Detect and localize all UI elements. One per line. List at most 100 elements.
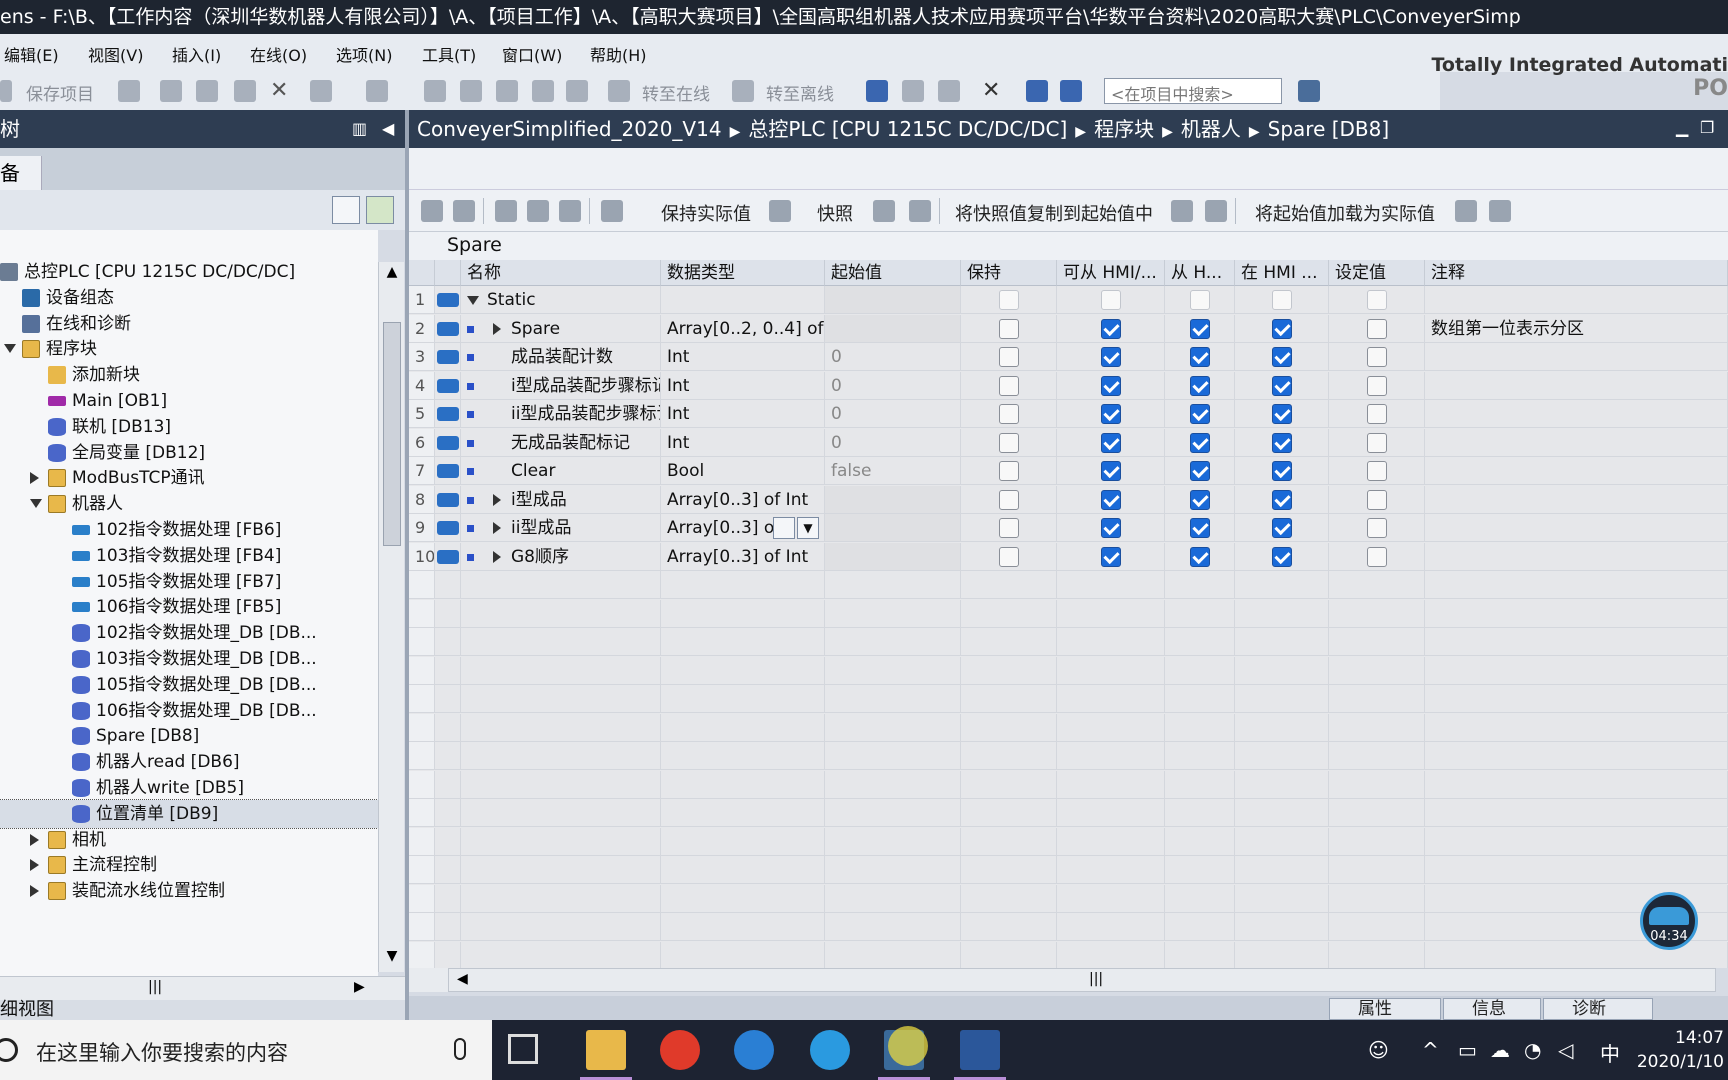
table-cell[interactable]: Spare xyxy=(461,314,661,343)
start-value-cell[interactable] xyxy=(825,542,961,571)
stop-cpu-icon[interactable] xyxy=(938,80,960,102)
in-hmi-checkbox[interactable] xyxy=(1272,461,1292,481)
tree-item[interactable]: 全局变量 [DB12] xyxy=(0,439,378,467)
from-hmi-checkbox[interactable] xyxy=(1190,518,1210,538)
add-row-icon[interactable] xyxy=(453,200,475,222)
table-cell[interactable]: Clear xyxy=(461,457,661,485)
setpoint-checkbox[interactable] xyxy=(1367,290,1387,310)
table-cell[interactable]: 无成品装配标记 xyxy=(461,428,661,457)
keep-actual-values-button[interactable]: 保持实际值 xyxy=(661,200,751,226)
go-online-button[interactable]: 转至在线 xyxy=(642,80,710,105)
load-start-as-actual-button[interactable]: 将起始值加载为实际值 xyxy=(1255,200,1435,226)
menu-options[interactable]: 选项(N) xyxy=(336,42,392,66)
expand-all-icon[interactable] xyxy=(495,200,517,222)
comment-cell[interactable] xyxy=(1425,400,1728,428)
save-icon[interactable] xyxy=(0,80,12,102)
setpoint-checkbox[interactable] xyxy=(1367,489,1387,510)
tree-scrollbar[interactable]: ▲ ▼ xyxy=(378,262,404,972)
minimize-icon[interactable]: ▁ xyxy=(1676,118,1688,137)
column-header[interactable]: 保持 xyxy=(961,260,1057,286)
comment-cell[interactable] xyxy=(1425,457,1728,485)
download-icon[interactable] xyxy=(460,80,482,102)
menu-online[interactable]: 在线(O) xyxy=(250,42,307,66)
table-row[interactable]: 2 Spare Array[0..2, 0..4] of I... 数组第一位表示分区 xyxy=(409,314,1728,343)
copy-icon[interactable] xyxy=(196,80,218,102)
retain-checkbox[interactable] xyxy=(999,404,1019,424)
start-value-cell[interactable]: 0 xyxy=(825,428,961,457)
column-header[interactable]: 注释 xyxy=(1425,260,1728,286)
scroll-up-icon[interactable]: ▲ xyxy=(382,264,402,284)
table-row[interactable]: 6 无成品装配标记 Int 0 xyxy=(409,428,1728,457)
tree-item[interactable]: Main [OB1] xyxy=(0,387,378,415)
from-hmi-checkbox[interactable] xyxy=(1190,461,1210,481)
tab-devices[interactable]: 备 xyxy=(0,156,42,190)
start-value-cell[interactable]: 0 xyxy=(825,371,961,400)
hmi-access-checkbox[interactable] xyxy=(1101,461,1121,481)
setpoint-checkbox[interactable] xyxy=(1367,518,1387,538)
setpoint-checkbox[interactable] xyxy=(1367,375,1387,396)
tree-item[interactable]: 106指令数据处理_DB [DB... xyxy=(0,697,378,725)
table-cell[interactable]: ii型成品 xyxy=(461,514,661,542)
in-hmi-checkbox[interactable] xyxy=(1272,432,1292,453)
scroll-down-icon[interactable]: ▼ xyxy=(382,948,402,968)
search-icon[interactable] xyxy=(1298,80,1320,102)
comment-cell[interactable] xyxy=(1425,514,1728,542)
collapsed-arrow-icon[interactable] xyxy=(493,522,501,534)
collapsed-arrow-icon[interactable] xyxy=(30,472,39,485)
breadcrumb-program-blocks[interactable]: 程序块 xyxy=(1094,117,1154,141)
data-type-cell[interactable]: Array[0..3] of Int xyxy=(661,485,825,514)
internet-explorer-icon[interactable] xyxy=(810,1030,850,1070)
monitor-icon[interactable] xyxy=(601,200,623,222)
collapsed-arrow-icon[interactable] xyxy=(30,885,39,898)
project-search-input[interactable]: <在项目中搜索> xyxy=(1104,78,1282,104)
snapshot-load-icon[interactable] xyxy=(909,200,931,222)
from-hmi-checkbox[interactable] xyxy=(1190,290,1210,310)
retain-checkbox[interactable] xyxy=(999,375,1019,396)
word-icon[interactable] xyxy=(954,1030,1006,1080)
go-offline-button[interactable]: 转至离线 xyxy=(766,80,834,105)
chevron-left-icon[interactable]: ◀ xyxy=(382,110,394,148)
taskbar-search-input[interactable]: 在这里输入你要搜索的内容 xyxy=(36,1037,288,1067)
hmi-access-checkbox[interactable] xyxy=(1101,318,1121,339)
collapsed-arrow-icon[interactable] xyxy=(30,833,39,846)
tree-item[interactable]: Spare [DB8] xyxy=(0,722,378,750)
data-type-cell[interactable]: Array[0..2, 0..4] of I... xyxy=(661,314,825,343)
expanded-arrow-icon[interactable] xyxy=(467,296,479,305)
hmi-access-checkbox[interactable] xyxy=(1101,347,1121,367)
retain-checkbox[interactable] xyxy=(999,318,1019,339)
tree-horizontal-scrollbar[interactable]: ||| ▶ xyxy=(0,976,405,1000)
tree-item[interactable]: 机器人read [DB6] xyxy=(0,748,378,776)
people-icon[interactable]: ☺ xyxy=(1368,1038,1389,1062)
ime-indicator[interactable]: 中 xyxy=(1600,1038,1620,1067)
table-row[interactable]: 5 ii型成品装配步骤标记 Int 0 xyxy=(409,400,1728,428)
start-value-cell[interactable] xyxy=(825,514,961,542)
comment-cell[interactable] xyxy=(1425,343,1728,371)
chevron-up-icon[interactable]: ^ xyxy=(1422,1038,1439,1062)
column-header[interactable]: 设定值 xyxy=(1329,260,1425,286)
tree-item[interactable]: 添加新块 xyxy=(0,361,378,389)
from-hmi-checkbox[interactable] xyxy=(1190,318,1210,339)
undo-icon[interactable] xyxy=(310,80,332,102)
insert-row-icon[interactable] xyxy=(421,200,443,222)
menu-view[interactable]: 视图(V) xyxy=(88,42,143,66)
tab-properties[interactable]: 属性 xyxy=(1329,998,1441,1020)
setpoint-checkbox[interactable] xyxy=(1367,404,1387,424)
accessible-devices-icon[interactable] xyxy=(866,80,888,102)
hmi-access-checkbox[interactable] xyxy=(1101,546,1121,567)
column-header[interactable]: 名称 xyxy=(461,260,661,286)
list-view-icon[interactable] xyxy=(559,200,581,222)
tree-item[interactable]: 设备组态 xyxy=(0,284,378,312)
expanded-arrow-icon[interactable] xyxy=(30,499,42,509)
file-explorer-icon[interactable] xyxy=(580,1030,632,1080)
data-type-cell[interactable]: Int xyxy=(661,343,825,371)
from-hmi-checkbox[interactable] xyxy=(1190,347,1210,367)
breadcrumb-project[interactable]: ConveyerSimplified_2020_V14 xyxy=(417,117,722,141)
load-start-all-icon[interactable] xyxy=(1489,200,1511,222)
tree-item[interactable]: 105指令数据处理 [FB7] xyxy=(0,568,378,596)
column-header[interactable]: 在 HMI ... xyxy=(1235,260,1329,286)
collapsed-arrow-icon[interactable] xyxy=(493,550,501,563)
tree-item[interactable]: 联机 [DB13] xyxy=(0,413,378,441)
column-header[interactable]: 从 H... xyxy=(1165,260,1235,286)
breadcrumb-block[interactable]: Spare [DB8] xyxy=(1268,117,1390,141)
compile-icon[interactable] xyxy=(424,80,446,102)
